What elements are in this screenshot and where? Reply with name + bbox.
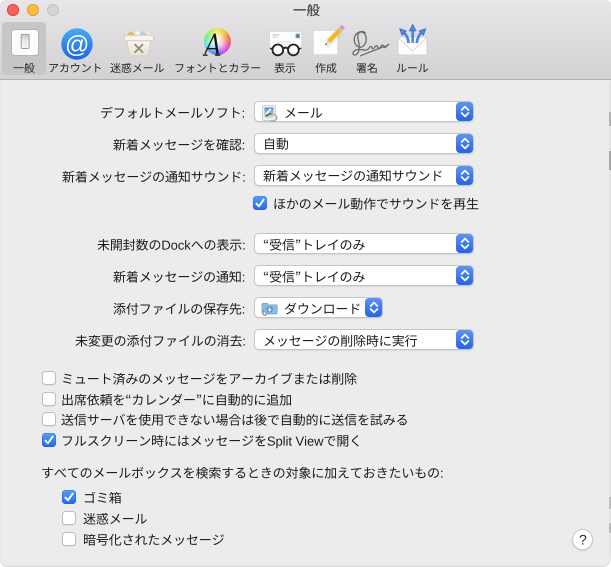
svg-text:@: @: [65, 31, 89, 58]
